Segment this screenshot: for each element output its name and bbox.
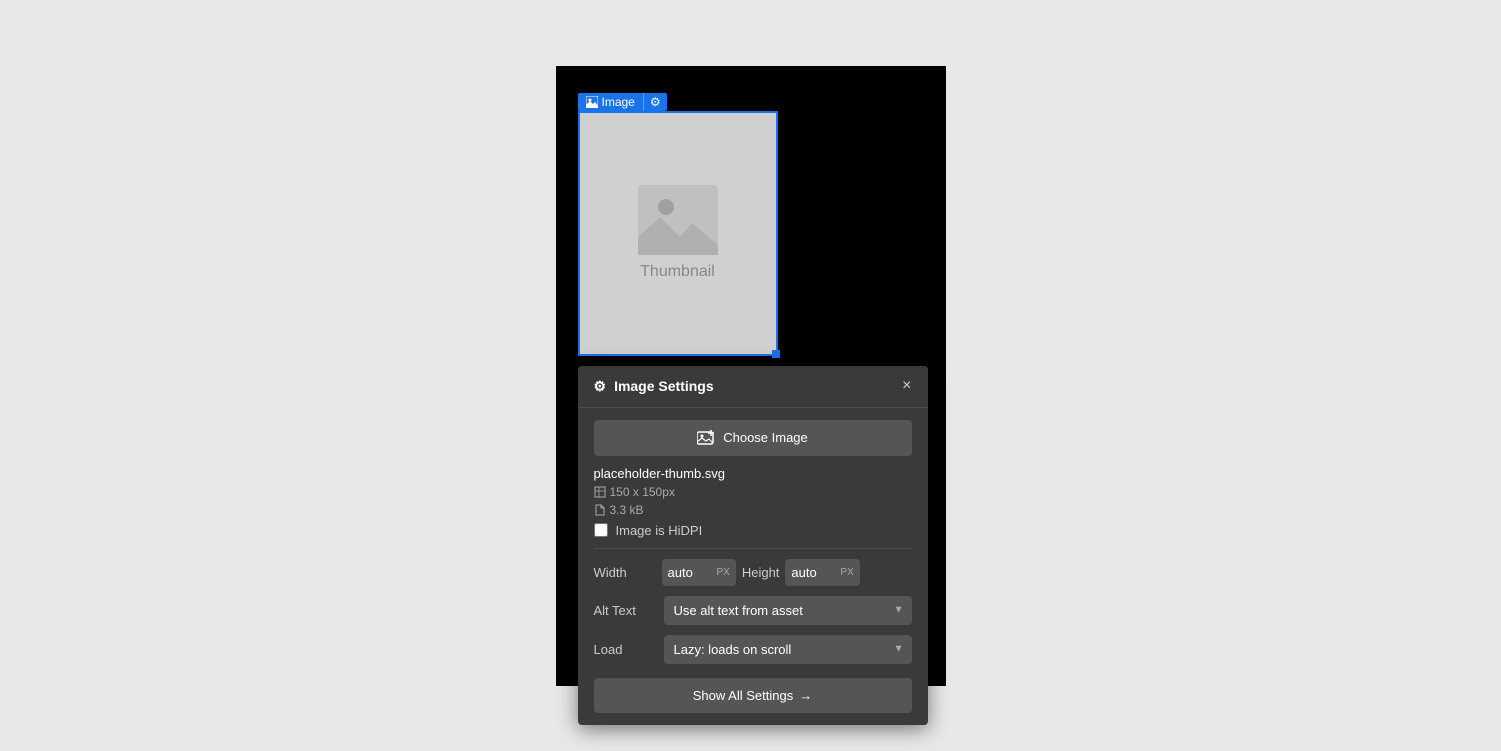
width-unit: PX bbox=[717, 567, 736, 578]
settings-gear-icon: ⚙ bbox=[594, 378, 607, 395]
hidpi-label: Image is HiDPI bbox=[616, 523, 703, 538]
file-size-row: 3.3 kB bbox=[594, 503, 912, 517]
show-all-label: Show All Settings bbox=[693, 688, 793, 703]
close-button[interactable]: × bbox=[902, 378, 911, 394]
show-all-settings-button[interactable]: Show All Settings → bbox=[594, 678, 912, 713]
load-row: Load Lazy: loads on scroll Eager: loads … bbox=[594, 635, 912, 664]
width-input[interactable] bbox=[662, 559, 717, 586]
image-label-text: Image bbox=[602, 95, 635, 109]
choose-image-icon bbox=[697, 430, 715, 446]
width-label: Width bbox=[594, 565, 654, 580]
image-label-tag: Image bbox=[578, 93, 643, 111]
file-name: placeholder-thumb.svg bbox=[594, 466, 912, 481]
file-size: 3.3 kB bbox=[610, 503, 644, 517]
alt-text-select-wrap: Use alt text from asset Custom None ▼ bbox=[664, 596, 912, 625]
file-size-icon bbox=[594, 504, 606, 516]
alt-text-label: Alt Text bbox=[594, 603, 654, 618]
file-info: placeholder-thumb.svg 150 x 150px 3.3 kB bbox=[594, 466, 912, 538]
dimensions-icon bbox=[594, 486, 606, 498]
panel-title: ⚙ Image Settings bbox=[594, 378, 714, 395]
file-dimensions: 150 x 150px bbox=[610, 485, 675, 499]
panel-body: Choose Image placeholder-thumb.svg 150 x… bbox=[578, 408, 928, 725]
thumbnail-image-icon bbox=[638, 185, 718, 255]
load-select[interactable]: Lazy: loads on scroll Eager: loads immed… bbox=[664, 635, 912, 664]
canvas-area: Image ⚙ Thumbnail ⚙ Image Settings × bbox=[556, 66, 946, 686]
thumbnail-label: Thumbnail bbox=[640, 263, 715, 281]
load-label: Load bbox=[594, 642, 654, 657]
load-select-wrap: Lazy: loads on scroll Eager: loads immed… bbox=[664, 635, 912, 664]
height-input-wrap: PX bbox=[785, 559, 859, 586]
image-block-label: Image ⚙ bbox=[578, 93, 667, 111]
resize-handle[interactable] bbox=[772, 350, 780, 358]
panel-title-text: Image Settings bbox=[614, 378, 714, 394]
width-input-wrap: PX bbox=[662, 559, 736, 586]
panel-header: ⚙ Image Settings × bbox=[578, 366, 928, 408]
width-height-group: PX Height PX bbox=[662, 559, 912, 586]
hidpi-checkbox[interactable] bbox=[594, 523, 608, 537]
show-all-arrow-icon: → bbox=[799, 688, 812, 703]
width-height-row: Width PX Height PX bbox=[594, 559, 912, 586]
hidpi-row: Image is HiDPI bbox=[594, 523, 912, 538]
divider-1 bbox=[594, 548, 912, 549]
image-icon bbox=[586, 96, 598, 108]
alt-text-select[interactable]: Use alt text from asset Custom None bbox=[664, 596, 912, 625]
choose-image-button[interactable]: Choose Image bbox=[594, 420, 912, 456]
settings-panel: ⚙ Image Settings × Choose Image placehol… bbox=[578, 366, 928, 725]
alt-text-row: Alt Text Use alt text from asset Custom … bbox=[594, 596, 912, 625]
choose-image-label: Choose Image bbox=[723, 430, 808, 445]
gear-icon[interactable]: ⚙ bbox=[643, 93, 667, 111]
height-input[interactable] bbox=[785, 559, 840, 586]
thumbnail-block: Thumbnail bbox=[578, 111, 778, 356]
file-dimensions-row: 150 x 150px bbox=[594, 485, 912, 499]
height-separator-label: Height bbox=[742, 565, 780, 580]
height-unit: PX bbox=[840, 567, 859, 578]
